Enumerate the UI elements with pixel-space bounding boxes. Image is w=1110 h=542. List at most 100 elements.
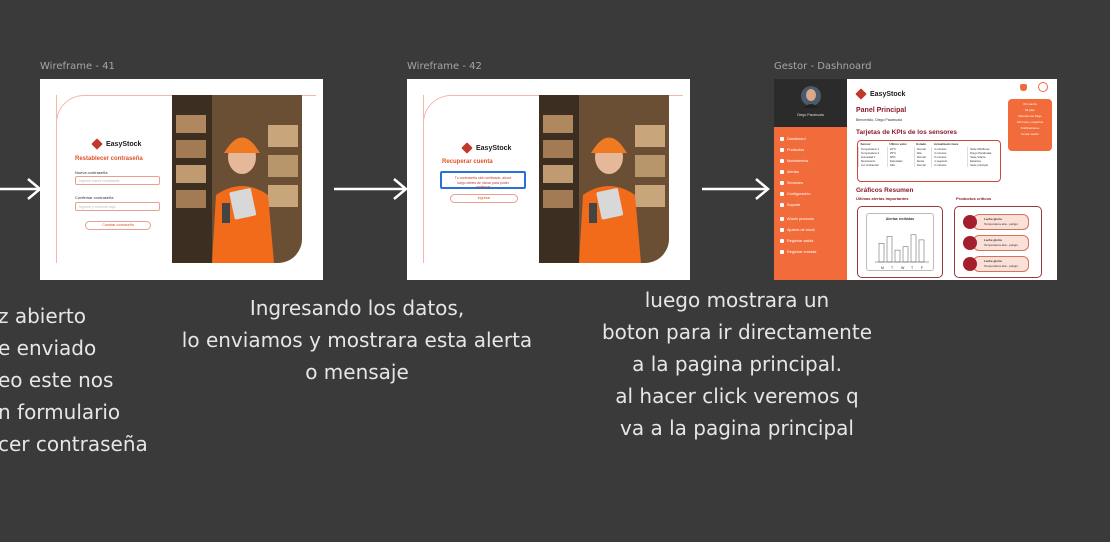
- alert-bar: [878, 243, 885, 263]
- table-row: Luz Ambiental Alta Normal 2 minutos Sede pri…: [858, 163, 1000, 167]
- warehouse-worker-image: [539, 95, 669, 263]
- caption-line: eo este nos: [0, 368, 114, 392]
- alert-line-1: Tu contraseña sido verificado, ahora: [454, 176, 512, 180]
- frame-label-wf42: Wireframe - 42: [407, 61, 482, 72]
- charts-title: Gráficos Resumen: [856, 187, 914, 194]
- sidebar-item-label: Ajustes de stock: [787, 227, 815, 232]
- login-button[interactable]: Ingresar: [450, 194, 518, 203]
- caption-line: lo enviamos y mostrara esta alerta: [181, 328, 533, 352]
- notification-bell-icon[interactable]: [1020, 84, 1027, 91]
- brand-logo: EasyStock: [91, 138, 141, 150]
- alerts-subtitle: Últimas alertas importantes: [856, 196, 909, 201]
- alert-bar: [902, 246, 909, 263]
- caption-line: a la pagina principal.: [632, 352, 842, 376]
- caption-middle: Ingresando los datos, lo enviamos y mostr…: [176, 292, 538, 388]
- caption-line: Ingresando los datos,: [249, 296, 465, 320]
- action-item-icon: [780, 238, 784, 243]
- x-tick-label: M: [881, 266, 884, 270]
- x-tick-label: F: [921, 266, 923, 270]
- sidebar-item-movimientos[interactable]: Movimientos: [774, 155, 847, 166]
- table-cell: 2 minutos: [931, 163, 968, 167]
- alerts-chart-card: Alertas recibidas M T W T F: [866, 213, 934, 271]
- table-cell: Alta: [886, 163, 915, 167]
- table-cell: Normal: [913, 163, 932, 167]
- sidebar-action-item[interactable]: Registrar entrada: [774, 246, 847, 257]
- sidebar-item-label: Productos: [787, 147, 805, 152]
- menu-item-icon: [780, 191, 784, 196]
- menu-item-icon: [780, 136, 784, 141]
- products-subtitle: Productos críticos: [956, 196, 992, 201]
- avatar: [801, 86, 821, 108]
- frame-label-wf41: Wireframe - 41: [40, 61, 115, 72]
- caption-line: e enviado: [0, 336, 97, 360]
- sidebar-item-label: Registrar salida: [787, 238, 814, 243]
- frame-label-dashboard: Gestor - Dashnoard: [774, 61, 872, 72]
- account-menu: Mi cuenta Mi plan Métodos de Pago Informes …: [1008, 99, 1052, 151]
- confirm-password-label: Confirmar contraseña: [75, 195, 114, 200]
- alert-bar: [910, 234, 917, 263]
- user-profile-icon[interactable]: [1038, 82, 1048, 92]
- sidebar-item-dashboard[interactable]: Dashboard: [774, 133, 847, 144]
- table-cell: Luz Ambiental: [858, 163, 888, 167]
- critical-products-panel: Leche gloria Temperatura alta - peligro Le…: [954, 206, 1042, 278]
- x-tick-label: T: [911, 266, 914, 270]
- card-outline-left: [56, 95, 57, 263]
- action-item-icon: [780, 249, 784, 254]
- action-item-icon: [780, 227, 784, 232]
- caption-line: n formulario: [0, 400, 121, 424]
- product-pill: Leche gloria Temperatura alta - peligro: [973, 256, 1029, 272]
- menu-item-icon: [780, 147, 784, 152]
- sidebar-item-soporte[interactable]: Soporte: [774, 199, 847, 210]
- critical-product-item[interactable]: Leche gloria Temperatura alta - peligro: [963, 234, 1029, 252]
- sidebar-item-alertas[interactable]: Alertas: [774, 166, 847, 177]
- alert-bar: [894, 249, 901, 263]
- confirm-password-input[interactable]: Ingrese y confirme aquí: [75, 202, 160, 211]
- product-cube-icon: [963, 215, 977, 229]
- user-name: Diego Pacahuala: [797, 113, 824, 117]
- alerts-bar-chart: MTWTF: [875, 234, 929, 270]
- caption-line: o mensaje: [305, 360, 409, 384]
- sidebar-action-item[interactable]: Registrar salida: [774, 235, 847, 246]
- dashboard-frame[interactable]: Diego Pacahuala Dashboard Productos Movimi…: [774, 79, 1057, 280]
- sidebar-item-label: Registrar entrada: [787, 249, 817, 254]
- sidebar: Diego Pacahuala Dashboard Productos Movimi…: [774, 79, 847, 280]
- form-title: Restablecer contraseña: [75, 156, 143, 162]
- warehouse-worker-image: [172, 95, 302, 263]
- product-cube-icon: [963, 257, 977, 271]
- wireframe-42[interactable]: EasyStock Recuperar cuenta Tu contraseña…: [407, 79, 690, 280]
- sidebar-item-label: Sensores: [787, 180, 804, 185]
- action-item-icon: [780, 216, 784, 221]
- critical-product-item[interactable]: Leche gloria Temperatura alta - peligro: [963, 255, 1029, 273]
- product-pill: Leche gloria Temperatura alta - peligro: [973, 235, 1029, 251]
- brand-name: EasyStock: [870, 90, 906, 98]
- alerts-chart-panel: Alertas recibidas M T W T F: [857, 206, 943, 278]
- sidebar-item-productos[interactable]: Productos: [774, 144, 847, 155]
- alerts-chart-title: Alertas recibidas: [885, 217, 915, 221]
- arrow-icon: [0, 178, 42, 200]
- caption-line: boton para ir directamente: [601, 320, 872, 344]
- kpi-table: Sensor Último valor Estado Actualizado hace…: [857, 140, 1001, 182]
- critical-product-item[interactable]: Leche gloria Temperatura alta - peligro: [963, 213, 1029, 231]
- sidebar-action-item[interactable]: Añadir producto: [774, 213, 847, 224]
- cube-logo-icon: [855, 88, 867, 100]
- wireframe-41[interactable]: EasyStock Restablecer contraseña Nueva c…: [40, 79, 323, 280]
- caption-line: luego mostrara un: [644, 288, 830, 312]
- product-pill: Leche gloria Temperatura alta - peligro: [973, 214, 1029, 230]
- alert-bar: [918, 239, 925, 263]
- welcome-text: Bienvenido, Diego Pacahuala: [856, 118, 902, 122]
- change-password-button[interactable]: Cambiar contraseña: [85, 221, 151, 230]
- brand-logo: EasyStock: [855, 88, 906, 100]
- product-detail: Temperatura alta - peligro: [984, 242, 1019, 247]
- brand-logo: EasyStock: [461, 142, 511, 154]
- new-password-input[interactable]: Ingrese nueva contraseña: [75, 176, 160, 185]
- sidebar-item-configuracin[interactable]: Configuración: [774, 188, 847, 199]
- sidebar-item-sensores[interactable]: Sensores: [774, 177, 847, 188]
- kpi-body: Temperatura 1 20°C Normal 2 minutos Sede Mir…: [858, 147, 1000, 167]
- table-cell: Sede principal: [967, 163, 1000, 167]
- account-menu-item[interactable]: Cerrar sesión: [1008, 131, 1052, 137]
- sidebar-menu: Dashboard Productos Movimientos Alertas Sens…: [774, 133, 847, 210]
- sidebar-item-label: Movimientos: [787, 158, 809, 163]
- cube-logo-icon: [461, 142, 473, 154]
- x-tick-label: W: [901, 266, 905, 270]
- sidebar-action-item[interactable]: Ajustes de stock: [774, 224, 847, 235]
